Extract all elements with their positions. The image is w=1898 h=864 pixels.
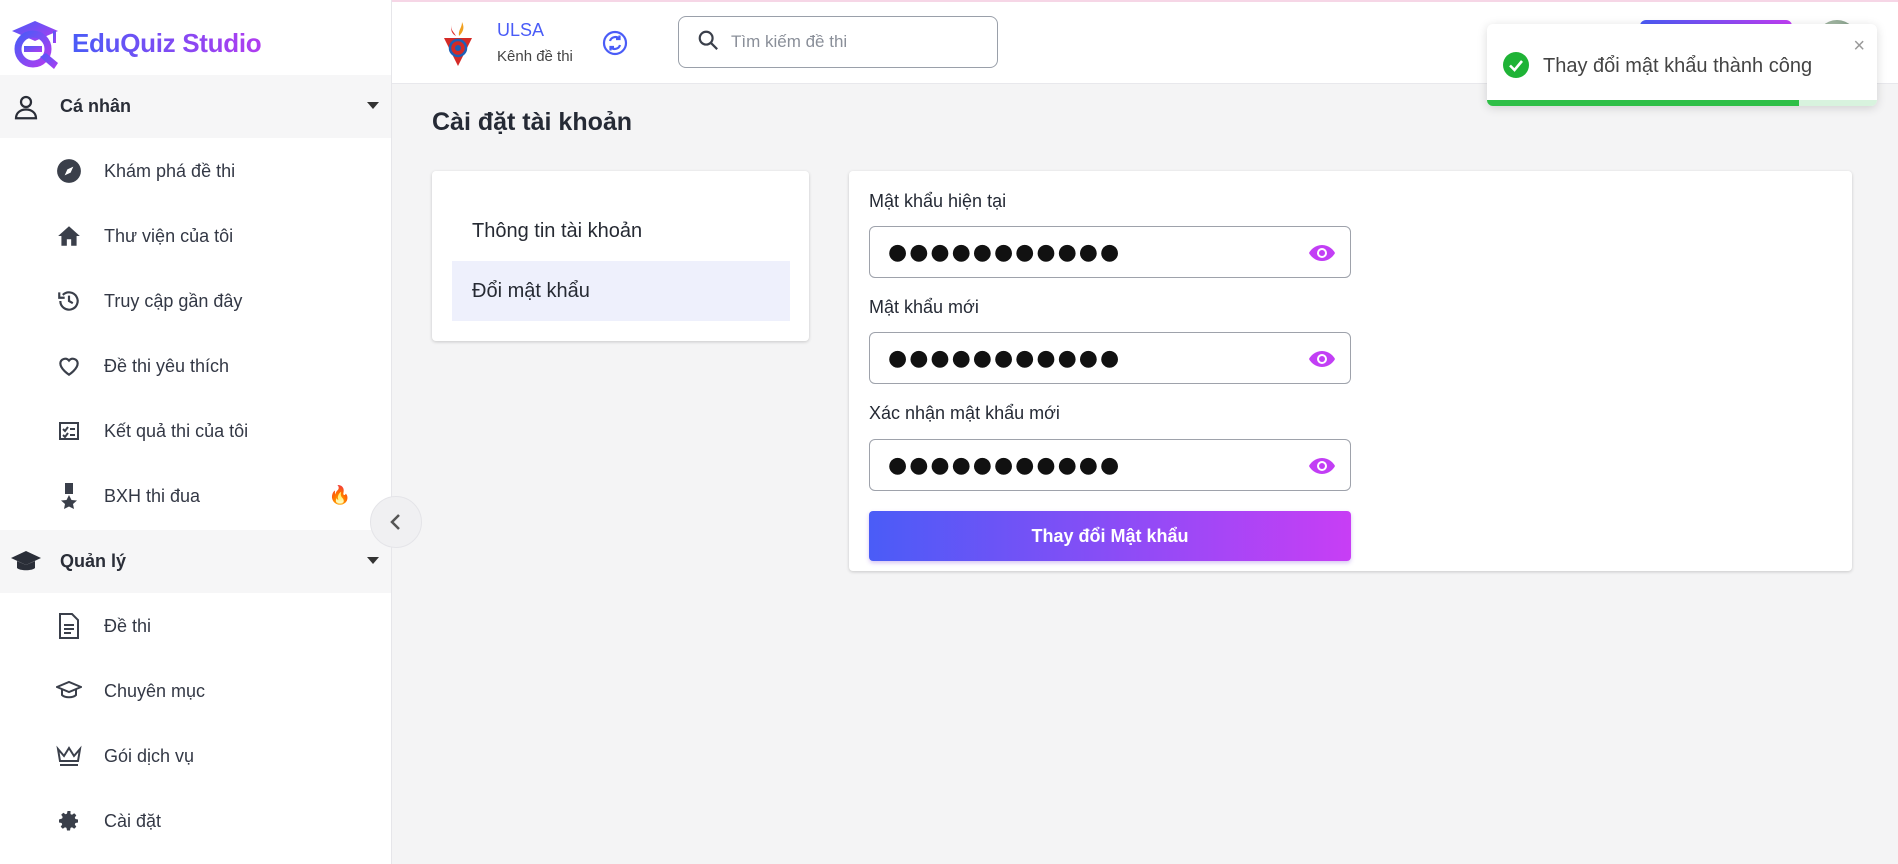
sidebar-item-label: Cài đặt [104, 810, 162, 831]
sidebar-item-categories[interactable]: Chuyên mục [0, 663, 391, 719]
success-toast: Thay đổi mật khẩu thành công × [1487, 24, 1877, 106]
eduquiz-logo-icon [8, 15, 62, 71]
channel-logo[interactable] [438, 20, 478, 68]
new-password-field[interactable] [869, 332, 1351, 384]
sidebar-item-label: Đề thi yêu thích [104, 355, 230, 376]
section-manage-label: Quản lý [60, 551, 127, 571]
section-personal-label: Cá nhân [60, 96, 132, 116]
sidebar-item-label: Gói dịch vụ [104, 745, 195, 766]
sidebar-item-favorites[interactable]: Đề thi yêu thích [0, 338, 391, 394]
page-title: Cài đặt tài khoản [432, 108, 633, 136]
chevron-down-icon[interactable] [367, 102, 379, 109]
compass-icon [56, 158, 82, 184]
current-password-field[interactable] [869, 226, 1351, 278]
sidebar-item-settings[interactable]: Cài đặt [0, 793, 391, 849]
settings-tabs: Thông tin tài khoản Đổi mật khẩu [432, 171, 809, 341]
document-icon [56, 613, 82, 639]
graduation-cap-icon [10, 546, 42, 578]
confirm-password-input[interactable] [888, 452, 1288, 478]
chevron-down-icon[interactable] [367, 557, 379, 564]
medal-icon [56, 483, 82, 509]
confirm-password-field[interactable] [869, 439, 1351, 491]
current-password-input[interactable] [888, 239, 1288, 265]
change-password-button[interactable]: Thay đổi Mật khẩu [869, 511, 1351, 561]
tab-account-info[interactable]: Thông tin tài khoản [452, 201, 790, 261]
gear-icon [56, 808, 82, 834]
eye-icon[interactable] [1308, 241, 1336, 265]
current-password-label: Mật khẩu hiện tại [869, 191, 1007, 211]
sidebar-item-exams[interactable]: Đề thi [0, 598, 391, 654]
sidebar-item-label: Truy cập gần đây [104, 290, 243, 311]
collapse-sidebar-button[interactable] [370, 496, 422, 548]
sidebar-item-label: Khám phá đề thi [104, 160, 236, 181]
sidebar-item-results[interactable]: Kết quả thi của tôi [0, 403, 391, 459]
section-manage[interactable]: Quản lý [0, 530, 391, 593]
brand-logo[interactable]: EduQuiz Studio [8, 10, 262, 76]
sidebar-item-plans[interactable]: Gói dịch vụ [0, 728, 391, 784]
eye-icon[interactable] [1308, 347, 1336, 371]
change-password-form: Mật khẩu hiện tại Mật khẩu mới Xác nhận … [849, 171, 1852, 571]
sidebar-item-library[interactable]: Thư viện của tôi [0, 208, 391, 264]
sidebar-item-label: Chuyên mục [104, 680, 206, 701]
search-box[interactable] [678, 16, 998, 68]
heart-icon [56, 353, 82, 379]
sidebar-item-label: Đề thi [104, 615, 152, 636]
sidebar-item-leaderboard[interactable]: BXH thi đua 🔥 [0, 468, 391, 524]
switch-channel-icon[interactable] [602, 30, 628, 56]
section-personal[interactable]: Cá nhân [0, 75, 391, 138]
channel-name[interactable]: ULSA [497, 20, 544, 41]
toast-message: Thay đổi mật khẩu thành công [1543, 55, 1813, 77]
home-icon [56, 223, 82, 249]
close-icon[interactable]: × [1853, 36, 1865, 56]
tab-change-password[interactable]: Đổi mật khẩu [452, 261, 790, 321]
sidebar-item-label: BXH thi đua [104, 485, 201, 506]
crown-icon [56, 743, 82, 769]
brand-name: EduQuiz Studio [72, 27, 262, 58]
new-password-label: Mật khẩu mới [869, 297, 979, 317]
history-icon [56, 288, 82, 314]
search-input[interactable] [731, 32, 991, 52]
sidebar-item-recent[interactable]: Truy cập gần đây [0, 273, 391, 329]
confirm-password-label: Xác nhận mật khẩu mới [869, 403, 1060, 423]
toast-progress-track [1487, 100, 1877, 106]
check-circle-icon [1503, 52, 1529, 78]
channel-subtitle: Kênh đề thi [497, 48, 573, 65]
checklist-icon [56, 418, 82, 444]
sidebar-item-label: Thư viện của tôi [104, 225, 234, 246]
sidebar: EduQuiz Studio Cá nhân Khám phá đề thi T… [0, 0, 392, 864]
chevron-left-icon [390, 514, 400, 530]
graduation-cap-icon [56, 678, 82, 704]
sidebar-item-label: Kết quả thi của tôi [104, 420, 249, 441]
new-password-input[interactable] [888, 345, 1288, 371]
user-icon [10, 91, 42, 123]
toast-progress-bar [1487, 100, 1799, 106]
eye-icon[interactable] [1308, 454, 1336, 478]
fire-icon: 🔥 [328, 485, 351, 505]
sidebar-item-explore[interactable]: Khám phá đề thi [0, 143, 391, 199]
search-icon [697, 29, 719, 56]
